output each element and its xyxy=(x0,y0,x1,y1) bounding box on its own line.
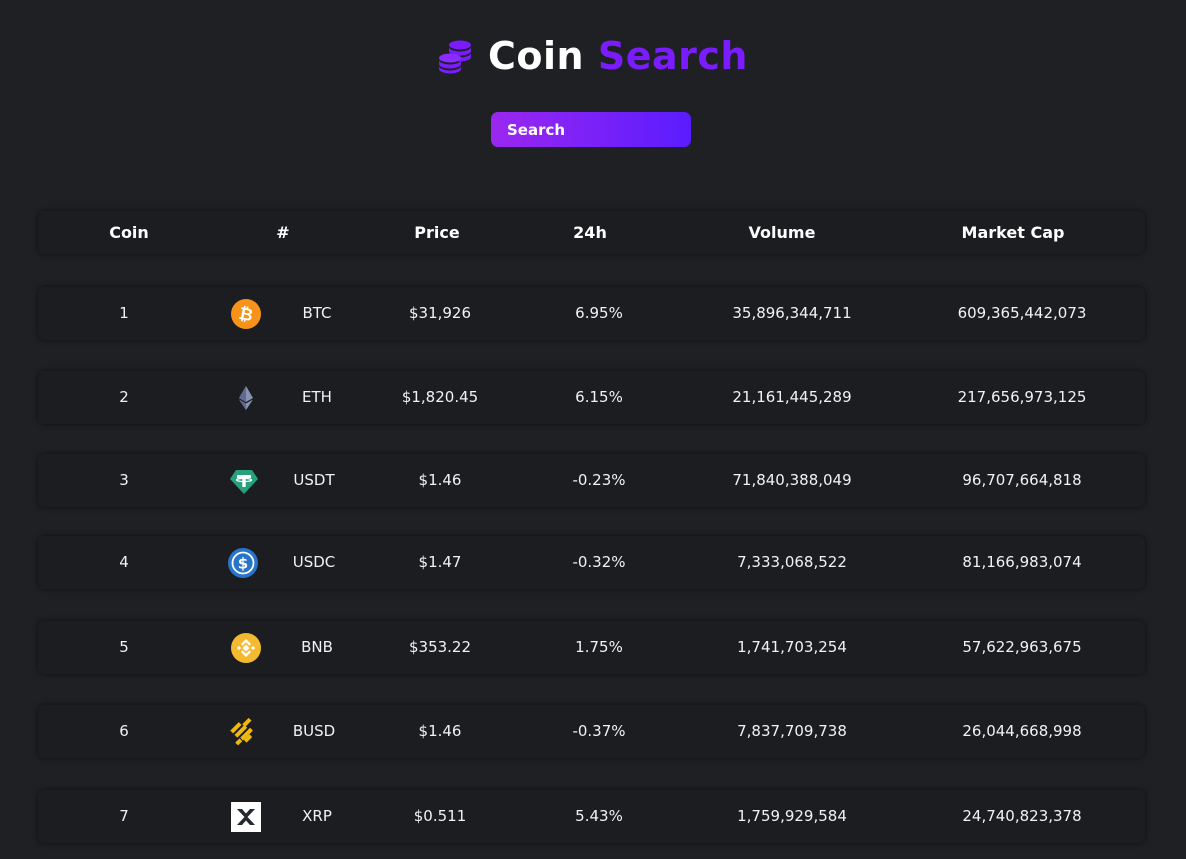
title-word-coin: Coin xyxy=(488,34,585,78)
row-symbol: BNB xyxy=(301,638,333,656)
row-rank: 3 xyxy=(119,471,129,489)
table-row[interactable]: 5 BNB $353.22 1.75% 1,741,703,254 57,622… xyxy=(38,621,1145,674)
row-rank: 2 xyxy=(119,388,129,406)
page-title: Coin Search xyxy=(488,34,748,78)
table-row[interactable]: 2 ETH $1,820.45 6.15% 21,161,445,289 217… xyxy=(38,371,1145,424)
row-rank: 7 xyxy=(119,807,129,825)
row-market-cap: 81,166,983,074 xyxy=(962,553,1082,571)
row-change-24h: -0.37% xyxy=(572,722,626,740)
ethereum-icon xyxy=(231,383,261,413)
row-volume: 35,896,344,711 xyxy=(732,304,852,322)
header-rank: # xyxy=(276,223,290,242)
xrp-icon xyxy=(231,802,261,832)
table-row[interactable]: 3 USDT $1.46 -0.23% 71,840,388,049 96,70… xyxy=(38,454,1145,507)
row-volume: 1,759,929,584 xyxy=(737,807,847,825)
header-24h: 24h xyxy=(573,223,607,242)
row-symbol: ETH xyxy=(302,388,332,406)
row-change-24h: -0.32% xyxy=(572,553,626,571)
row-volume: 7,333,068,522 xyxy=(737,553,847,571)
row-price: $353.22 xyxy=(408,638,472,656)
title-word-search: Search xyxy=(597,34,748,78)
row-symbol: XRP xyxy=(302,807,332,825)
table-row[interactable]: 7 XRP $0.511 5.43% 1,759,929,584 24,740,… xyxy=(38,790,1145,843)
row-volume: 71,840,388,049 xyxy=(732,471,852,489)
search-bar xyxy=(491,112,691,147)
search-input[interactable] xyxy=(491,112,691,147)
row-change-24h: -0.23% xyxy=(572,471,626,489)
svg-text:$: $ xyxy=(238,555,248,573)
row-market-cap: 24,740,823,378 xyxy=(962,807,1082,825)
row-volume: 1,741,703,254 xyxy=(737,638,847,656)
row-rank: 4 xyxy=(119,553,129,571)
row-change-24h: 1.75% xyxy=(575,638,623,656)
table-row[interactable]: 1 ₿ BTC $31,926 6.95% 35,896,344,711 609… xyxy=(38,287,1145,340)
row-rank: 6 xyxy=(119,722,129,740)
table-header: Coin # Price 24h Volume Market Cap xyxy=(38,211,1145,254)
coins-stack-icon xyxy=(438,38,474,74)
row-volume: 7,837,709,738 xyxy=(737,722,847,740)
row-price: $1.47 xyxy=(418,553,462,571)
header-volume: Volume xyxy=(748,223,816,242)
header-price: Price xyxy=(414,223,460,242)
table-row[interactable]: 6 BUSD $1.46 -0.37% 7,837,709,738 26,044… xyxy=(38,705,1145,758)
row-symbol: USDC xyxy=(292,553,336,571)
row-market-cap: 57,622,963,675 xyxy=(962,638,1082,656)
bnb-icon xyxy=(231,633,261,663)
row-rank: 5 xyxy=(119,638,129,656)
row-volume: 21,161,445,289 xyxy=(732,388,852,406)
header-market-cap: Market Cap xyxy=(961,223,1065,242)
table-row[interactable]: 4 $ USDC $1.47 -0.32% 7,333,068,522 81,1… xyxy=(38,536,1145,589)
row-market-cap: 609,365,442,073 xyxy=(957,304,1087,322)
row-rank: 1 xyxy=(119,304,129,322)
row-price: $1.46 xyxy=(418,722,462,740)
row-change-24h: 6.15% xyxy=(575,388,623,406)
row-symbol: BTC xyxy=(302,304,332,322)
usd-coin-icon: $ xyxy=(228,548,258,578)
row-price: $0.511 xyxy=(413,807,467,825)
app-header: Coin Search xyxy=(0,34,1186,78)
header-coin: Coin xyxy=(109,223,149,242)
row-price: $31,926 xyxy=(408,304,472,322)
busd-icon xyxy=(228,717,258,747)
tether-icon xyxy=(229,466,259,496)
row-price: $1.46 xyxy=(418,471,462,489)
row-symbol: BUSD xyxy=(292,722,336,740)
row-market-cap: 96,707,664,818 xyxy=(962,471,1082,489)
row-change-24h: 5.43% xyxy=(575,807,623,825)
bitcoin-icon: ₿ xyxy=(231,299,261,329)
row-market-cap: 217,656,973,125 xyxy=(957,388,1087,406)
row-price: $1,820.45 xyxy=(401,388,479,406)
row-market-cap: 26,044,668,998 xyxy=(962,722,1082,740)
row-change-24h: 6.95% xyxy=(575,304,623,322)
row-symbol: USDT xyxy=(293,471,335,489)
